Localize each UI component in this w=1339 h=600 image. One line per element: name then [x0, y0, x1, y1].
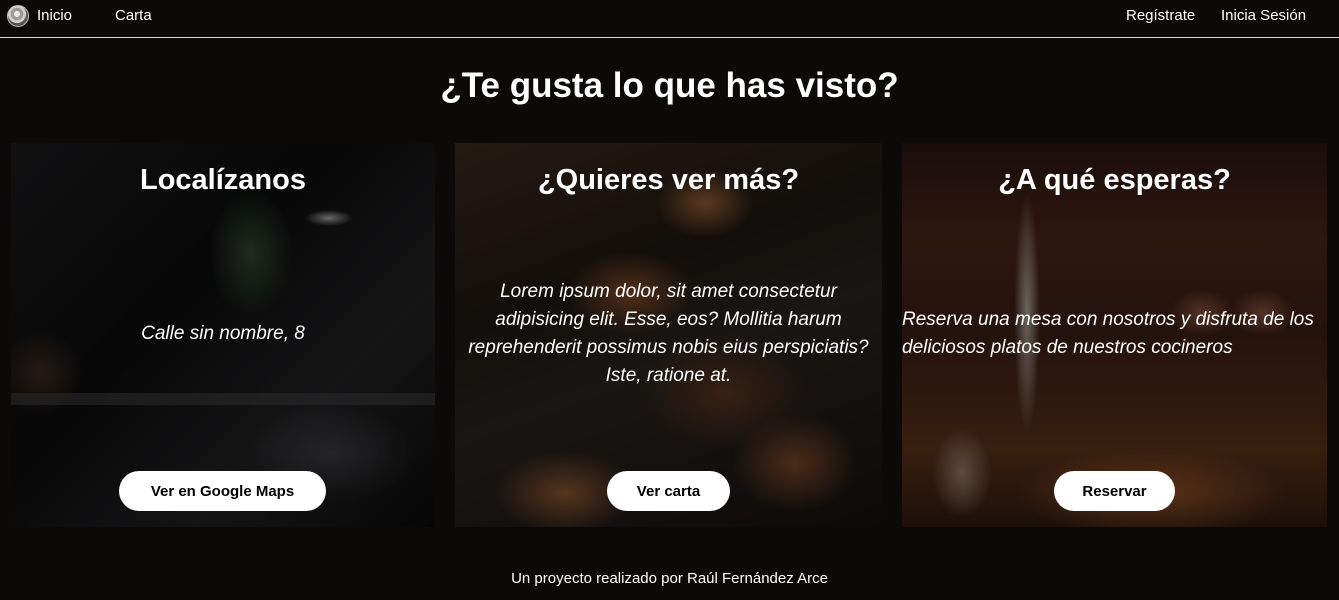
card-reservar: ¿A qué esperas? Reserva una mesa con nos…	[902, 143, 1327, 527]
card-description-text: Lorem ipsum dolor, sit amet consectetur …	[468, 281, 869, 386]
card-title: Localízanos	[140, 164, 306, 196]
top-navbar: Inicio Carta Regístrate Inicia Sesión	[0, 0, 1339, 38]
footer-credits: Un proyecto realizado por Raúl Fernández…	[511, 570, 828, 587]
google-maps-button[interactable]: Ver en Google Maps	[119, 471, 326, 511]
nav-link-inicia-sesion[interactable]: Inicia Sesión	[1221, 7, 1306, 25]
nav-link-carta[interactable]: Carta	[115, 7, 152, 25]
card-ver-mas: ¿Quieres ver más? Lorem ipsum dolor, sit…	[455, 143, 882, 527]
card-title: ¿Quieres ver más?	[537, 164, 800, 196]
page-heading: ¿Te gusta lo que has visto?	[440, 66, 899, 105]
nav-link-inicio[interactable]: Inicio	[37, 7, 72, 25]
card-address-text: Calle sin nombre, 8	[141, 323, 305, 344]
card-title: ¿A qué esperas?	[998, 164, 1231, 196]
card-localizanos: Localízanos Calle sin nombre, 8 Ver en G…	[11, 143, 435, 527]
card-reservation-text: Reserva una mesa con nosotros y disfruta…	[902, 309, 1314, 358]
restaurant-logo-icon[interactable]	[7, 5, 29, 27]
reservar-button[interactable]: Reservar	[1054, 471, 1175, 511]
nav-link-registrate[interactable]: Regístrate	[1126, 7, 1195, 25]
ver-carta-button[interactable]: Ver carta	[607, 471, 730, 511]
